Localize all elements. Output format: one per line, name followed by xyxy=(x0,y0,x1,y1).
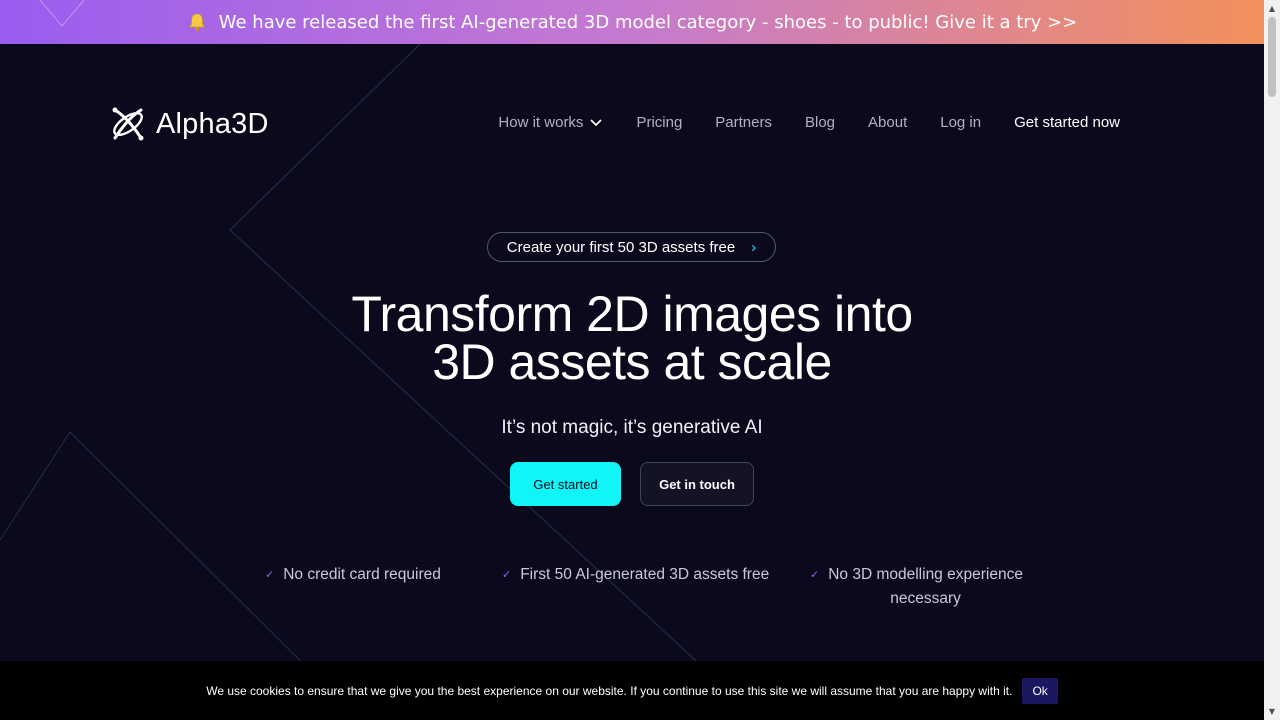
feature-no-experience: ✓ No 3D modelling experience necessary xyxy=(810,563,1023,611)
feature-text-line-1: No 3D modelling experience xyxy=(828,566,1023,583)
nav-blog[interactable]: Blog xyxy=(805,114,835,131)
nav-how-it-works[interactable]: How it works xyxy=(498,114,603,131)
logo[interactable]: Alpha3D xyxy=(108,104,269,144)
page: We have released the first AI-generated … xyxy=(0,0,1264,720)
main-nav: How it works Pricing Partners Blog About… xyxy=(498,114,1120,131)
feature-text: First 50 AI-generated 3D assets free xyxy=(520,566,770,583)
bell-icon xyxy=(188,13,205,31)
check-icon: ✓ xyxy=(810,569,820,581)
feature-text: No 3D modelling experience necessary xyxy=(828,563,1023,611)
atom-x-icon xyxy=(112,107,144,141)
chevron-down-icon xyxy=(590,118,603,126)
nav-partners[interactable]: Partners xyxy=(715,114,772,131)
hero-title-line-2: 3D assets at scale xyxy=(432,334,832,390)
cookie-ok-button[interactable]: Ok xyxy=(1022,677,1058,704)
chevron-right-icon: › xyxy=(751,238,757,256)
feature-text-line-2: necessary xyxy=(890,590,961,607)
nav-how-it-works-label: How it works xyxy=(498,114,584,131)
scroll-thumb[interactable] xyxy=(1268,17,1276,97)
feature-free-assets: ✓ First 50 AI-generated 3D assets free xyxy=(502,563,769,587)
cookie-banner: We use cookies to ensure that we give yo… xyxy=(0,661,1264,720)
free-assets-pill[interactable]: Create your first 50 3D assets free › xyxy=(487,232,776,262)
cookie-text: We use cookies to ensure that we give yo… xyxy=(206,683,1013,698)
get-in-touch-button[interactable]: Get in touch xyxy=(640,462,754,506)
scroll-down-arrow-icon[interactable]: ▼ xyxy=(1264,703,1280,720)
get-started-button[interactable]: Get started xyxy=(510,462,621,506)
free-assets-pill-label: Create your first 50 3D assets free xyxy=(506,238,736,256)
feature-no-credit-card: ✓ No credit card required xyxy=(265,563,441,587)
nav-get-started-now[interactable]: Get started now xyxy=(1014,114,1120,131)
check-icon: ✓ xyxy=(265,569,275,581)
logo-text: Alpha3D xyxy=(156,107,269,140)
nav-about[interactable]: About xyxy=(868,114,907,131)
nav-pricing[interactable]: Pricing xyxy=(636,114,682,131)
announcement-text: We have released the first AI-generated … xyxy=(218,11,1078,33)
check-icon: ✓ xyxy=(502,569,512,581)
scroll-up-arrow-icon[interactable]: ▲ xyxy=(1264,0,1280,17)
announcement-bar[interactable]: We have released the first AI-generated … xyxy=(0,0,1264,44)
feature-text: No credit card required xyxy=(283,566,441,583)
vertical-scrollbar[interactable]: ▲ ▼ xyxy=(1264,0,1280,720)
hero-subtitle: It’s not magic, it’s generative AI xyxy=(501,417,763,438)
nav-log-in[interactable]: Log in xyxy=(940,114,981,131)
hero-title: Transform 2D images into 3D assets at sc… xyxy=(0,289,1264,387)
announcement-decoration xyxy=(40,0,85,27)
